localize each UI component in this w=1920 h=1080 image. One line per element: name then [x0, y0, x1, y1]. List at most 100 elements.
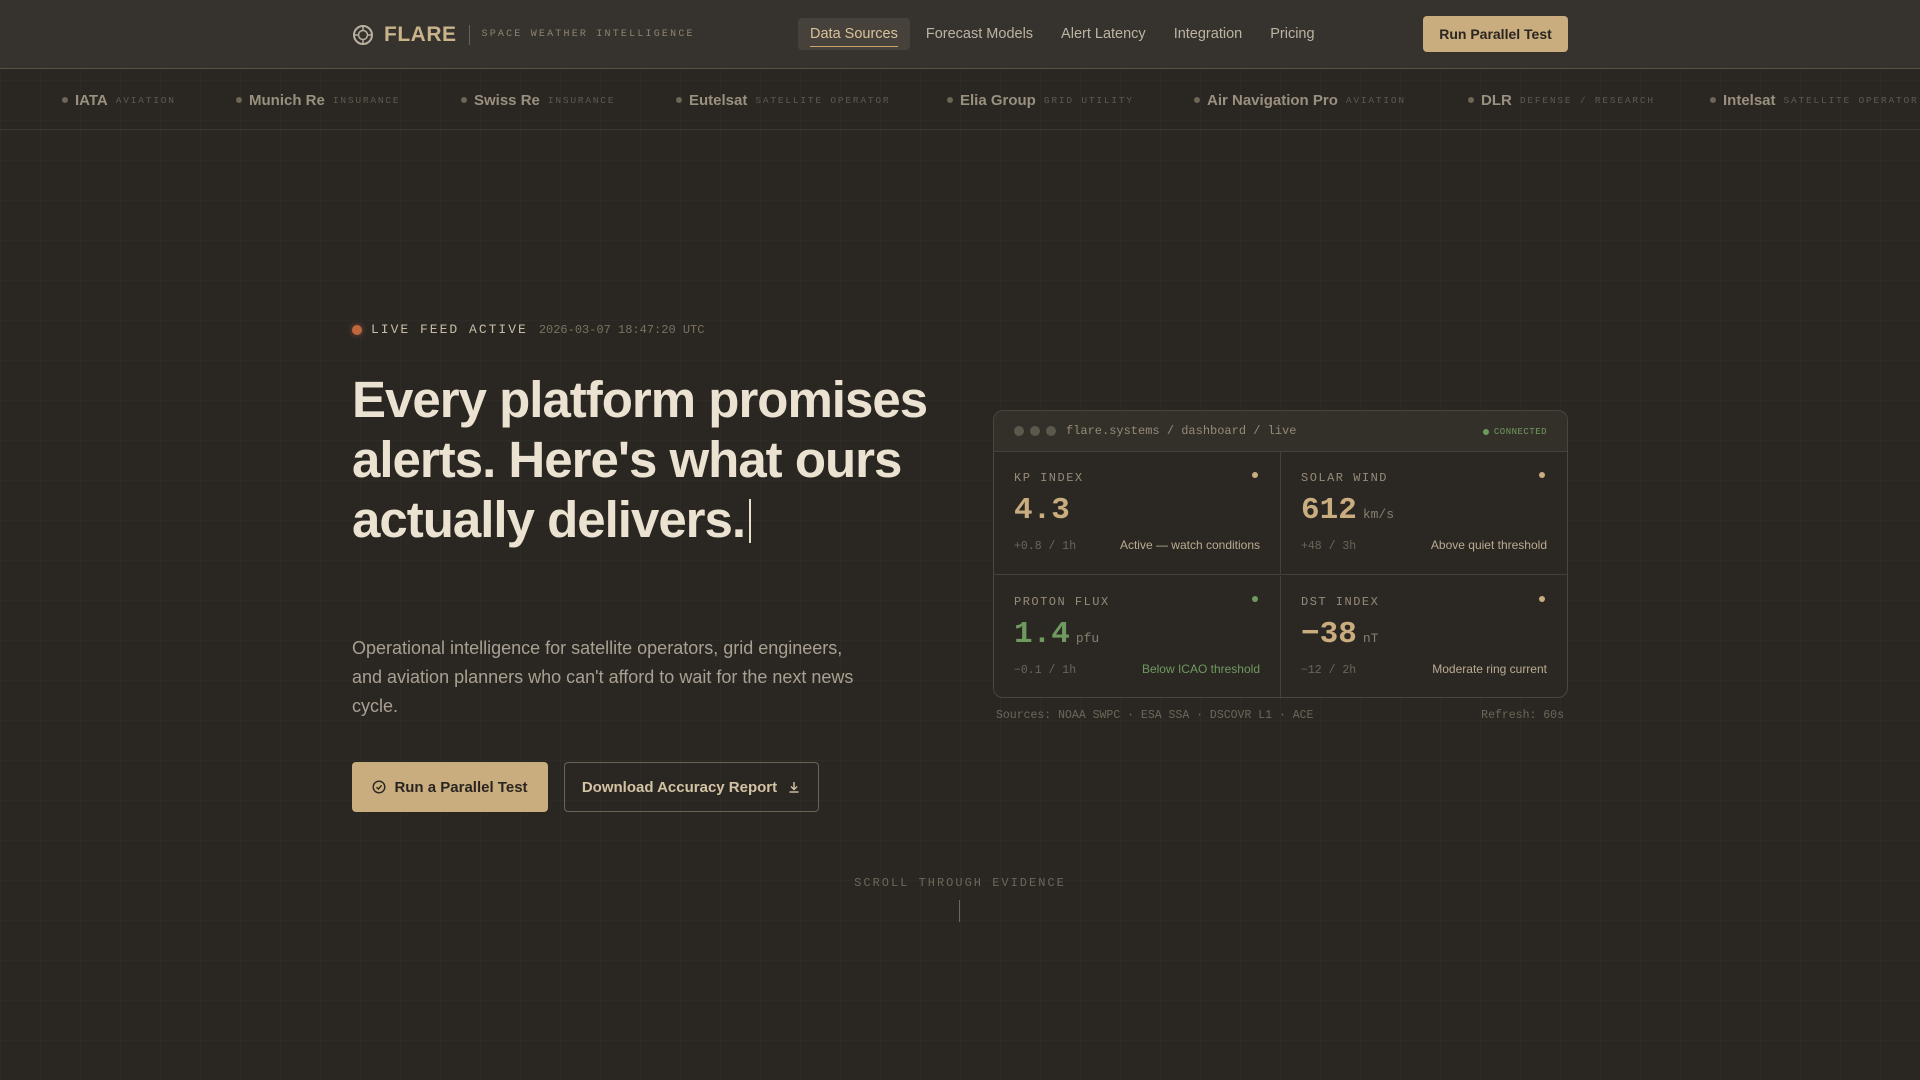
- ticker-category: GRID UTILITY: [1043, 94, 1134, 106]
- ticker-dot: [1710, 97, 1716, 103]
- run-a-parallel-test-button[interactable]: Run a Parallel Test: [352, 762, 548, 812]
- ticker-name: IATA: [75, 91, 108, 109]
- metric-label: DST INDEX: [1301, 595, 1380, 609]
- connected-dot: [1482, 428, 1489, 435]
- ticker-dot: [1194, 97, 1200, 103]
- ticker-category: SATELLITE OPERATOR: [755, 94, 891, 106]
- metric-value: 1.4: [1014, 617, 1070, 652]
- check-circle-icon: [372, 780, 386, 794]
- metric-note: Moderate ring current: [1432, 662, 1547, 676]
- ticker-dot: [1468, 97, 1474, 103]
- nav-alert-latency[interactable]: Alert Latency: [1049, 18, 1158, 50]
- ticker-name: Swiss Re: [474, 91, 540, 109]
- ticker-dot: [947, 97, 953, 103]
- run-parallel-test-button[interactable]: Run Parallel Test: [1423, 16, 1568, 52]
- download-icon: [789, 782, 799, 793]
- ticker-dot: [236, 97, 242, 103]
- ticker-item: Intelsat SATELLITE OPERATOR: [1710, 70, 1919, 129]
- ticker-category: INSURANCE: [332, 94, 401, 106]
- metric-note: Above quiet threshold: [1430, 538, 1547, 552]
- metric-label: SOLAR WIND: [1301, 471, 1389, 485]
- data-sources-caption: Sources: NOAA SWPC · ESA SSA · DSCOVR L1…: [996, 709, 1314, 722]
- metrics-grid: KP INDEX 4.3 +0.8 / 1h Active — watch co…: [994, 452, 1567, 697]
- dashboard-titlebar: flare.systems / dashboard / live CONNECT…: [994, 411, 1567, 452]
- nav-integration[interactable]: Integration: [1162, 18, 1255, 50]
- metric-change: +48 / 3h: [1301, 540, 1357, 553]
- metric-footer: −0.1 / 1h Below ICAO threshold: [1014, 662, 1260, 677]
- dashboard-url: flare.systems / dashboard / live: [1066, 424, 1297, 438]
- metric-proton-flux: PROTON FLUX 1.4 pfu −0.1 / 1h Below ICAO…: [994, 576, 1281, 697]
- nav-data-sources[interactable]: Data Sources: [798, 18, 910, 50]
- metric-status-dot: [1252, 472, 1258, 478]
- hero-subhead: Operational intelligence for satellite o…: [352, 638, 854, 716]
- metric-value-row: 1.4 pfu: [1014, 617, 1260, 652]
- live-feed-indicator: LIVE FEED ACTIVE 2026-03-07 18:47:20 UTC: [352, 322, 704, 337]
- text-cursor: [749, 499, 752, 543]
- metric-unit: km/s: [1362, 507, 1395, 522]
- metric-note: Below ICAO threshold: [1141, 662, 1260, 676]
- ticker-item: DLR DEFENSE / RESEARCH: [1468, 70, 1655, 129]
- site-header: FLARE SPACE WEATHER INTELLIGENCE Data So…: [0, 0, 1920, 69]
- ticker-item: IATA AVIATION: [62, 70, 176, 129]
- ticker-category: INSURANCE: [547, 94, 616, 106]
- metric-value: 4.3: [1014, 493, 1070, 528]
- scroll-prompt: SCROLL THROUGH EVIDENCE: [854, 876, 1066, 890]
- customer-ticker: IATA AVIATION Munich Re INSURANCE Swiss …: [0, 70, 1920, 130]
- metric-solar-wind: SOLAR WIND 612 km/s +48 / 3h Above quiet…: [1281, 452, 1567, 575]
- ticker-name: Air Navigation Pro: [1207, 91, 1338, 109]
- ticker-name: Intelsat: [1723, 91, 1776, 109]
- ticker-item: Elia Group GRID UTILITY: [947, 70, 1134, 129]
- metric-value: −38: [1301, 617, 1357, 652]
- metric-value-row: −38 nT: [1301, 617, 1547, 652]
- nav-pricing[interactable]: Pricing: [1258, 18, 1326, 50]
- scroll-indicator-line: [959, 900, 960, 922]
- logo-text: FLARE: [384, 22, 457, 46]
- ticker-item: Swiss Re INSURANCE: [461, 70, 616, 129]
- ticker-category: AVIATION: [1345, 94, 1406, 106]
- logo-divider: [468, 24, 470, 45]
- ticker-name: Eutelsat: [689, 91, 748, 109]
- connection-label: CONNECTED: [1493, 426, 1547, 437]
- metric-value-row: 4.3: [1014, 493, 1260, 528]
- live-status-dot: [352, 324, 362, 335]
- window-dot: [1046, 426, 1056, 436]
- metric-change: −12 / 2h: [1301, 664, 1357, 677]
- metric-dst-index: DST INDEX −38 nT −12 / 2h Moderate ring …: [1281, 576, 1567, 697]
- flare-logo-icon: [353, 24, 373, 45]
- download-accuracy-report-button[interactable]: Download Accuracy Report: [564, 762, 819, 812]
- run-a-parallel-test-label: Run a Parallel Test: [394, 778, 528, 796]
- metric-change: −0.1 / 1h: [1014, 664, 1077, 677]
- hero-headline: Every platform promises alerts. Here's w…: [352, 370, 932, 550]
- refresh-interval: Refresh: 60s: [1481, 709, 1564, 722]
- metric-label: KP INDEX: [1014, 471, 1084, 485]
- ticker-dot: [62, 97, 68, 103]
- metric-unit: nT: [1362, 631, 1379, 646]
- metric-kp-index: KP INDEX 4.3 +0.8 / 1h Active — watch co…: [994, 452, 1281, 575]
- ticker-name: Munich Re: [249, 91, 325, 109]
- ticker-item: Air Navigation Pro AVIATION: [1194, 70, 1406, 129]
- metric-status-dot: [1539, 472, 1545, 478]
- download-accuracy-report-label: Download Accuracy Report: [581, 778, 778, 796]
- ticker-item: Eutelsat SATELLITE OPERATOR: [676, 70, 891, 129]
- ticker-item: Munich Re INSURANCE: [236, 70, 401, 129]
- ticker-name: DLR: [1481, 91, 1512, 109]
- metric-unit: pfu: [1075, 631, 1100, 646]
- connection-status: CONNECTED: [1482, 411, 1547, 452]
- logo[interactable]: FLARE SPACE WEATHER INTELLIGENCE: [352, 0, 695, 69]
- ticker-name: Elia Group: [960, 91, 1036, 109]
- metric-footer: +0.8 / 1h Active — watch conditions: [1014, 538, 1260, 553]
- ticker-dot: [461, 97, 467, 103]
- metric-change: +0.8 / 1h: [1014, 540, 1077, 553]
- metric-value-row: 612 km/s: [1301, 493, 1547, 528]
- ticker-category: AVIATION: [115, 94, 176, 106]
- live-feed-label: LIVE FEED ACTIVE: [371, 322, 528, 337]
- metric-footer: −12 / 2h Moderate ring current: [1301, 662, 1547, 677]
- hero-headline-text: Every platform promises alerts. Here's w…: [352, 371, 928, 548]
- logo-tagline: SPACE WEATHER INTELLIGENCE: [481, 29, 695, 40]
- metric-status-dot: [1539, 596, 1545, 602]
- window-dot: [1030, 426, 1040, 436]
- metric-value: 612: [1301, 493, 1357, 528]
- ticker-dot: [676, 97, 682, 103]
- nav-forecast-models[interactable]: Forecast Models: [914, 18, 1045, 50]
- live-feed-timestamp: 2026-03-07 18:47:20 UTC: [538, 322, 705, 337]
